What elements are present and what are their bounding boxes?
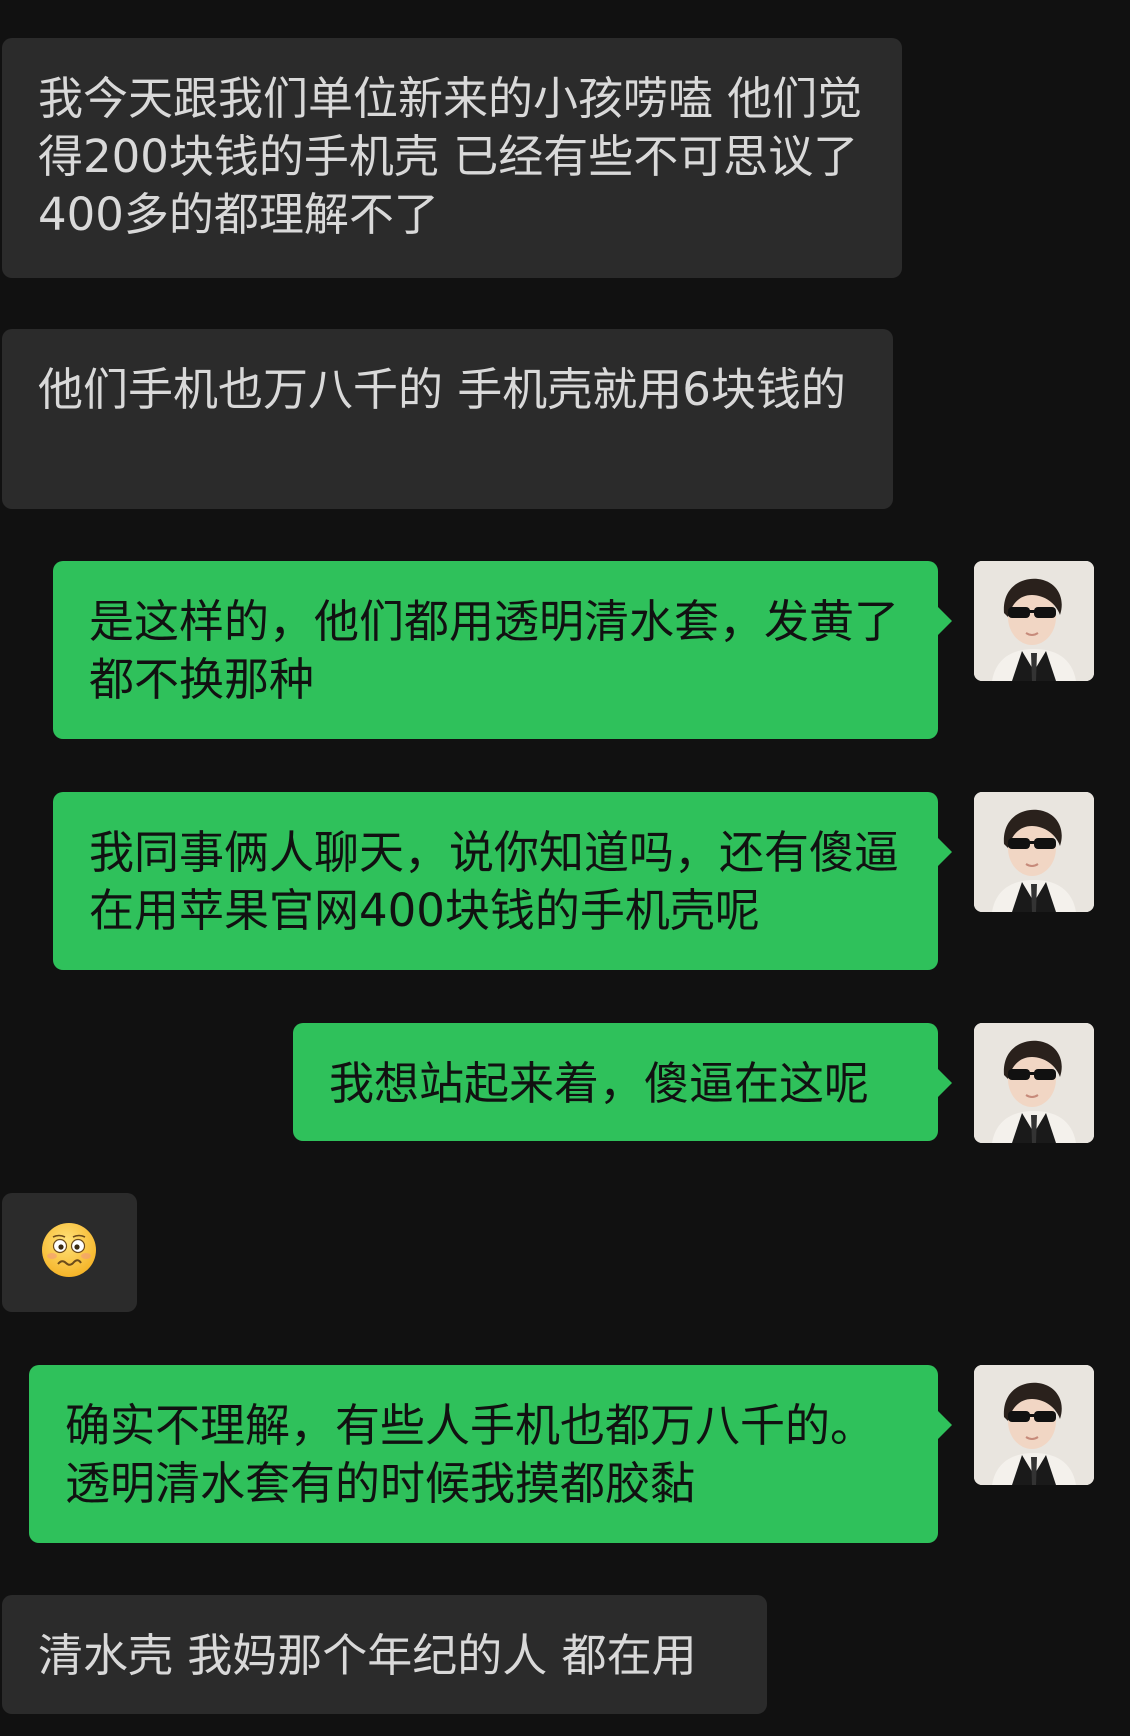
message-bubble-outgoing[interactable]: 我同事俩人聊天，说你知道吗，还有傻逼在用苹果官网400块钱的手机壳呢 [53, 792, 952, 970]
message-bubble-outgoing[interactable]: 确实不理解，有些人手机也都万八千的。透明清水套有的时候我摸都胶黏 [29, 1365, 952, 1543]
woozy-face-emoji-icon [42, 1223, 96, 1277]
boy-sunglasses-avatar-icon [974, 792, 1094, 912]
avatar[interactable] [974, 1023, 1094, 1143]
boy-sunglasses-avatar-icon [974, 1023, 1094, 1143]
message-bubble-incoming[interactable]: 他们手机也万八千的 手机壳就用6块钱的 [2, 329, 893, 509]
boy-sunglasses-avatar-icon [974, 1365, 1094, 1485]
avatar[interactable] [974, 1365, 1094, 1485]
message-bubble-incoming[interactable] [2, 1193, 137, 1312]
message-text: 我想站起来着，傻逼在这呢 [329, 1057, 870, 1110]
message-text: 我今天跟我们单位新来的小孩唠嗑 他们觉得200块钱的手机壳 已经有些不可思议了 … [38, 72, 863, 241]
message-bubble-outgoing[interactable]: 我想站起来着，傻逼在这呢 [293, 1023, 952, 1141]
message-text: 清水壳 我妈那个年纪的人 都在用 [38, 1629, 697, 1682]
message-text: 是这样的，他们都用透明清水套，发黄了都不换那种 [89, 595, 900, 706]
message-text: 确实不理解，有些人手机也都万八千的。透明清水套有的时候我摸都胶黏 [65, 1399, 876, 1510]
avatar[interactable] [974, 561, 1094, 681]
message-bubble-incoming[interactable]: 我今天跟我们单位新来的小孩唠嗑 他们觉得200块钱的手机壳 已经有些不可思议了 … [2, 38, 902, 278]
message-bubble-incoming[interactable]: 清水壳 我妈那个年纪的人 都在用 [2, 1595, 767, 1714]
boy-sunglasses-avatar-icon [974, 561, 1094, 681]
message-bubble-outgoing[interactable]: 是这样的，他们都用透明清水套，发黄了都不换那种 [53, 561, 952, 739]
message-text: 我同事俩人聊天，说你知道吗，还有傻逼在用苹果官网400块钱的手机壳呢 [89, 826, 900, 937]
avatar[interactable] [974, 792, 1094, 912]
message-text: 他们手机也万八千的 手机壳就用6块钱的 [38, 363, 846, 416]
